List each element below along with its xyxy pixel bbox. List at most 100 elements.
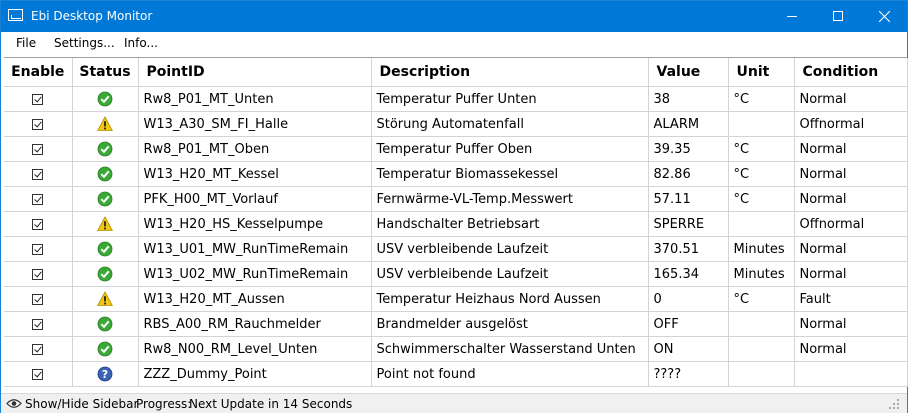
description-cell[interactable]: Temperatur Heizhaus Nord Aussen <box>371 286 649 312</box>
table-row[interactable]: W13_H20_HS_Kesselpumpe Handschalter Betri… <box>4 211 908 237</box>
column-header-unit[interactable]: Unit <box>728 58 795 87</box>
description-cell[interactable]: Fernwärme-VL-Temp.Messwert <box>371 186 649 212</box>
description-cell[interactable]: USV verbleibende Laufzeit <box>371 261 649 287</box>
condition-cell[interactable]: Offnormal <box>794 211 908 237</box>
enable-cell[interactable] <box>4 261 73 287</box>
point-id-cell[interactable]: PFK_H00_MT_Vorlauf <box>138 186 372 212</box>
unit-cell[interactable]: °C <box>728 161 795 187</box>
value-cell[interactable]: 370.51 <box>648 236 729 262</box>
enable-checkbox[interactable] <box>32 293 44 305</box>
table-row[interactable]: Rw8_P01_MT_Unten Temperatur Puffer Unten 3… <box>4 86 908 112</box>
table-row[interactable]: Rw8_N00_RM_Level_Unten Schwimmerschalter … <box>4 336 908 362</box>
value-cell[interactable]: 82.86 <box>648 161 729 187</box>
description-cell[interactable]: Schwimmerschalter Wasserstand Unten <box>371 336 649 362</box>
condition-cell[interactable]: Fault <box>794 286 908 312</box>
description-cell[interactable]: Handschalter Betriebsart <box>371 211 649 237</box>
description-cell[interactable]: Temperatur Biomassekessel <box>371 161 649 187</box>
point-id-cell[interactable]: W13_A30_SM_FI_Halle <box>138 111 372 137</box>
description-cell[interactable]: Point not found <box>371 361 649 387</box>
table-row[interactable]: W13_U02_MW_RunTimeRemain USV verbleibende… <box>4 261 908 287</box>
menu-settings[interactable]: Settings... <box>54 36 115 50</box>
table-row[interactable]: W13_H20_MT_Aussen Temperatur Heizhaus Nor… <box>4 286 908 312</box>
value-cell[interactable]: ???? <box>648 361 729 387</box>
description-cell[interactable]: Temperatur Puffer Oben <box>371 136 649 162</box>
condition-cell[interactable]: Normal <box>794 261 908 287</box>
enable-cell[interactable] <box>4 211 73 237</box>
description-cell[interactable]: USV verbleibende Laufzeit <box>371 236 649 262</box>
unit-cell[interactable] <box>728 111 795 137</box>
value-cell[interactable]: OFF <box>648 311 729 337</box>
point-id-cell[interactable]: W13_H20_MT_Aussen <box>138 286 372 312</box>
point-id-cell[interactable]: W13_H20_HS_Kesselpumpe <box>138 211 372 237</box>
resize-grip-icon[interactable] <box>888 398 900 410</box>
condition-cell[interactable]: Normal <box>794 86 908 112</box>
enable-checkbox[interactable] <box>32 193 44 205</box>
value-cell[interactable]: 0 <box>648 286 729 312</box>
condition-cell[interactable]: Normal <box>794 136 908 162</box>
unit-cell[interactable]: Minutes <box>728 236 795 262</box>
unit-cell[interactable]: °C <box>728 86 795 112</box>
value-cell[interactable]: ON <box>648 336 729 362</box>
point-id-cell[interactable]: Rw8_N00_RM_Level_Unten <box>138 336 372 362</box>
column-header-pointid[interactable]: PointID <box>138 58 372 87</box>
condition-cell[interactable]: Normal <box>794 161 908 187</box>
condition-cell[interactable]: Normal <box>794 336 908 362</box>
unit-cell[interactable]: °C <box>728 286 795 312</box>
maximize-button[interactable] <box>815 1 861 32</box>
column-header-status[interactable]: Status <box>72 58 139 87</box>
unit-cell[interactable]: Minutes <box>728 261 795 287</box>
enable-checkbox[interactable] <box>32 168 44 180</box>
column-header-description[interactable]: Description <box>371 58 649 87</box>
enable-checkbox[interactable] <box>32 318 44 330</box>
enable-checkbox[interactable] <box>32 143 44 155</box>
enable-checkbox[interactable] <box>32 243 44 255</box>
point-id-cell[interactable]: W13_U02_MW_RunTimeRemain <box>138 261 372 287</box>
value-cell[interactable]: ALARM <box>648 111 729 137</box>
value-cell[interactable]: 57.11 <box>648 186 729 212</box>
table-row[interactable]: Rw8_P01_MT_Oben Temperatur Puffer Oben 39.… <box>4 136 908 162</box>
table-row[interactable]: W13_H20_MT_Kessel Temperatur Biomassekess… <box>4 161 908 187</box>
point-id-cell[interactable]: Rw8_P01_MT_Oben <box>138 136 372 162</box>
value-cell[interactable]: 39.35 <box>648 136 729 162</box>
enable-cell[interactable] <box>4 236 73 262</box>
title-bar[interactable]: Ebi Desktop Monitor <box>1 1 907 32</box>
table-row[interactable]: RBS_A00_RM_Rauchmelder Brandmelder ausgel… <box>4 311 908 337</box>
enable-cell[interactable] <box>4 186 73 212</box>
point-id-cell[interactable]: W13_H20_MT_Kessel <box>138 161 372 187</box>
enable-checkbox[interactable] <box>32 343 44 355</box>
description-cell[interactable]: Brandmelder ausgelöst <box>371 311 649 337</box>
enable-checkbox[interactable] <box>32 118 44 130</box>
value-cell[interactable]: SPERRE <box>648 211 729 237</box>
table-row[interactable]: PFK_H00_MT_Vorlauf Fernwärme-VL-Temp.Mess… <box>4 186 908 212</box>
condition-cell[interactable]: Normal <box>794 236 908 262</box>
minimize-button[interactable] <box>769 1 815 32</box>
enable-cell[interactable] <box>4 136 73 162</box>
column-header-enable[interactable]: Enable <box>4 58 73 87</box>
condition-cell[interactable]: Normal <box>794 311 908 337</box>
value-cell[interactable]: 165.34 <box>648 261 729 287</box>
enable-checkbox[interactable] <box>32 368 44 380</box>
menu-info[interactable]: Info... <box>124 36 158 50</box>
enable-checkbox[interactable] <box>32 218 44 230</box>
menu-file[interactable]: File <box>16 36 36 50</box>
enable-cell[interactable] <box>4 286 73 312</box>
enable-cell[interactable] <box>4 86 73 112</box>
close-button[interactable] <box>861 1 907 32</box>
condition-cell[interactable]: Normal <box>794 186 908 212</box>
point-id-cell[interactable]: ZZZ_Dummy_Point <box>138 361 372 387</box>
enable-cell[interactable] <box>4 336 73 362</box>
table-row[interactable]: ? ZZZ_Dummy_Point Point not found???? <box>4 361 908 387</box>
eye-icon[interactable] <box>6 398 22 409</box>
enable-cell[interactable] <box>4 111 73 137</box>
condition-cell[interactable] <box>794 361 908 387</box>
enable-checkbox[interactable] <box>32 93 44 105</box>
condition-cell[interactable]: Offnormal <box>794 111 908 137</box>
point-id-cell[interactable]: W13_U01_MW_RunTimeRemain <box>138 236 372 262</box>
table-row[interactable]: W13_A30_SM_FI_Halle Störung Automatenfall… <box>4 111 908 137</box>
enable-cell[interactable] <box>4 361 73 387</box>
unit-cell[interactable] <box>728 211 795 237</box>
column-header-condition[interactable]: Condition <box>794 58 908 87</box>
point-id-cell[interactable]: RBS_A00_RM_Rauchmelder <box>138 311 372 337</box>
show-hide-sidebar-toggle[interactable]: Show/Hide Sidebar <box>25 397 138 411</box>
description-cell[interactable]: Störung Automatenfall <box>371 111 649 137</box>
